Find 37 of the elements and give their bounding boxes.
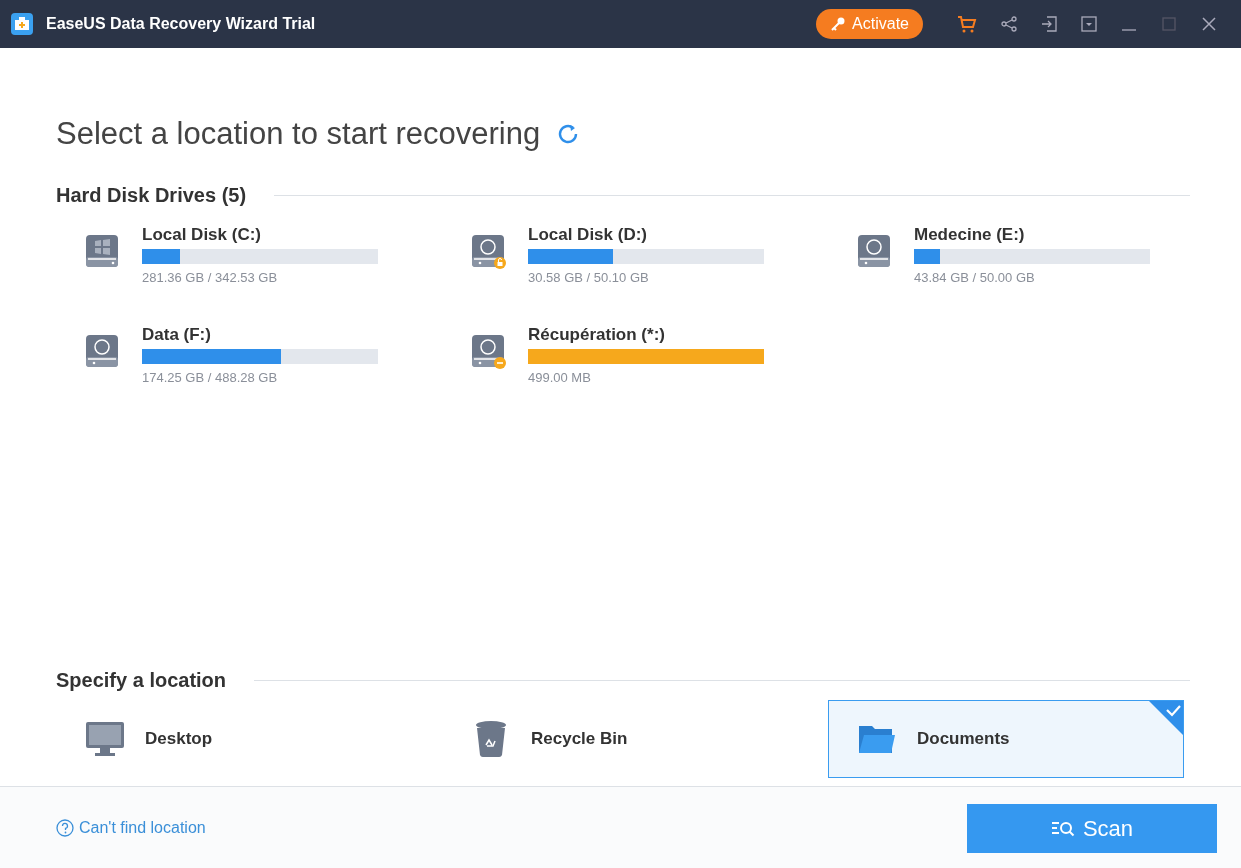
location-name: Recycle Bin <box>531 729 628 749</box>
drive-name: Local Disk (D:) <box>528 225 649 246</box>
close-icon[interactable] <box>1201 16 1217 32</box>
drive-name: Data (F:) <box>142 325 212 346</box>
share-icon[interactable] <box>1001 16 1017 32</box>
drive-size: 499.00 MB <box>528 370 592 385</box>
location-name: Desktop <box>145 729 213 749</box>
locked-drive-icon <box>470 233 506 269</box>
section-title: Specify a location <box>56 669 227 692</box>
section-title: Hard Disk Drives (5) <box>56 184 247 207</box>
drive-name: Medecine (E:) <box>914 225 1026 246</box>
windows-drive-icon <box>84 233 120 269</box>
page-heading: Select a location to start recovering <box>56 116 541 152</box>
drive-size: 281.36 GB / 342.53 GB <box>142 270 279 285</box>
folder-icon <box>858 723 896 755</box>
sign-in-icon[interactable] <box>1041 16 1057 32</box>
dropdown-menu-icon[interactable] <box>1081 16 1097 32</box>
window-title: EaseUS Data Recovery Wizard Trial <box>46 15 317 33</box>
recycle-bin-icon <box>474 720 508 758</box>
help-icon <box>56 818 74 837</box>
key-icon <box>830 16 847 32</box>
hard-drive-icon <box>84 333 120 369</box>
location-card[interactable]: Recycle Bin <box>442 700 828 778</box>
cart-icon[interactable] <box>957 15 977 33</box>
drive-name: Local Disk (C:) <box>142 225 263 246</box>
location-card[interactable]: Documents <box>828 700 1184 778</box>
drive-size: 43.84 GB / 50.00 GB <box>914 270 1036 285</box>
location-card[interactable]: Desktop <box>56 700 442 778</box>
drive-minus-icon <box>470 333 506 369</box>
monitor-icon <box>85 721 125 757</box>
drive-size: 174.25 GB / 488.28 GB <box>142 370 279 385</box>
drive-name: Récupération (*:) <box>528 325 666 346</box>
location-name: Documents <box>917 729 1010 749</box>
hard-drive-icon <box>856 233 892 269</box>
app-logo-icon <box>10 12 34 36</box>
check-corner-icon <box>1149 701 1183 735</box>
drive-size: 30.58 GB / 50.10 GB <box>528 270 650 285</box>
